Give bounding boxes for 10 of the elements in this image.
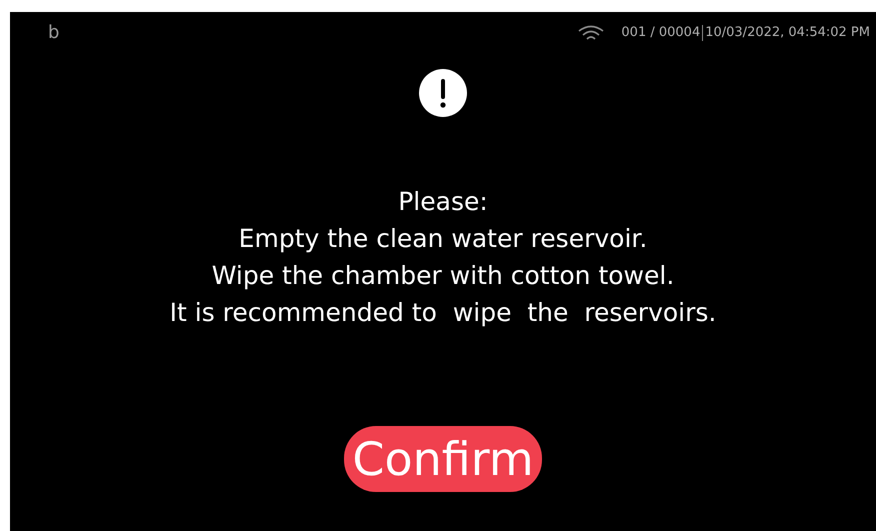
warning-icon — [419, 69, 467, 117]
confirm-button[interactable]: Confirm — [344, 426, 542, 492]
wifi-icon — [577, 24, 606, 42]
counter-text: 001 / 00004 — [621, 25, 700, 40]
message-line: Wipe the chamber with cotton towel. — [212, 260, 674, 292]
logo-letter: b — [48, 22, 60, 43]
message-line: Empty the clean water reservoir. — [238, 223, 648, 255]
message-line: It is recommended to wipe the reservoirs. — [170, 297, 716, 329]
message-line: Please: — [398, 186, 488, 218]
datetime-text: 10/03/2022, 04:54:02 PM — [705, 25, 870, 40]
